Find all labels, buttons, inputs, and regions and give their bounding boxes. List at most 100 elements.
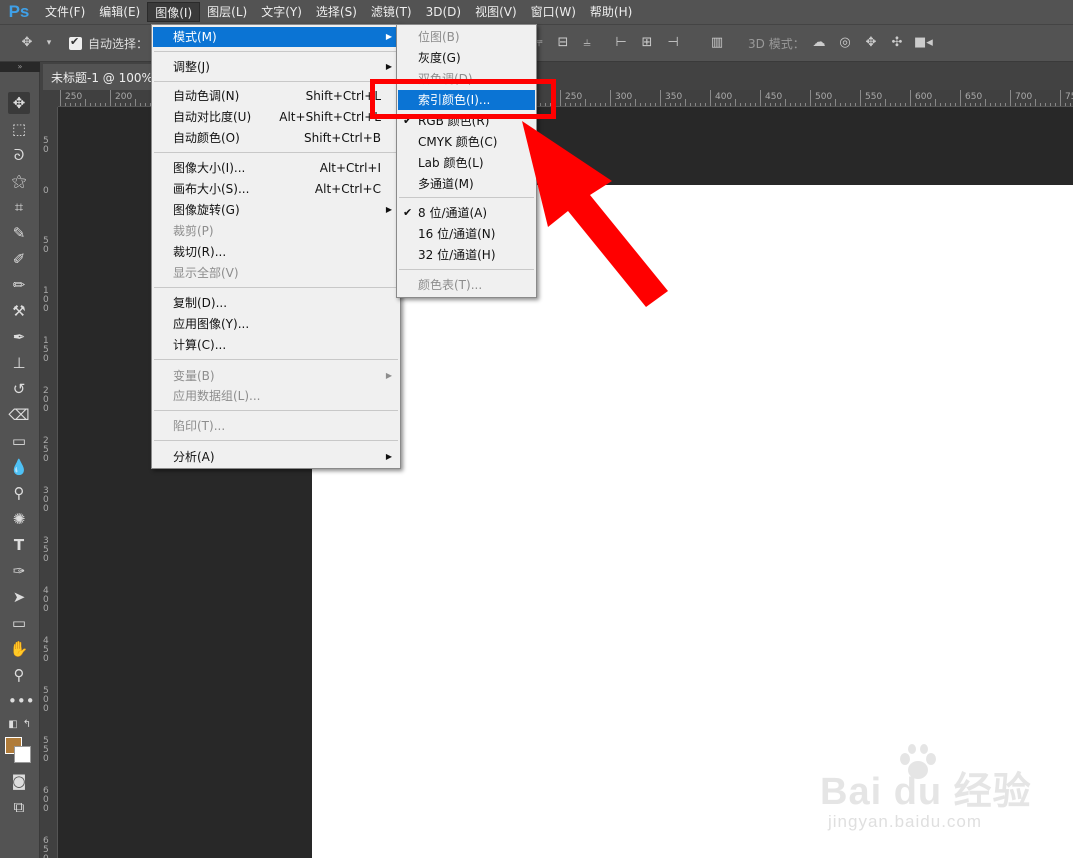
crop-tool-icon[interactable]: ⌗ xyxy=(8,196,30,218)
menu-edit[interactable]: 编辑(E) xyxy=(92,2,147,22)
ruler-label: 150 xyxy=(43,336,49,364)
menu-item-mode[interactable]: 模式(M) ▶ xyxy=(153,27,399,47)
ruler-tick xyxy=(845,103,846,106)
type-tool-icon[interactable]: T xyxy=(8,534,30,556)
screen-mode-icon[interactable]: ⧉ xyxy=(8,796,30,818)
dodge-tool-icon[interactable]: ⚲ xyxy=(8,482,30,504)
3d-camera-icon[interactable]: ■◂ xyxy=(914,36,933,50)
3d-roll-icon[interactable]: ◎ xyxy=(838,36,852,50)
menu-item-apply-data-set: 应用数据组(L)... xyxy=(173,389,261,403)
magic-wand-tool-icon[interactable]: ⚝ xyxy=(8,170,30,192)
ruler-tick xyxy=(1005,103,1006,106)
auto-align-icon[interactable]: ▥ xyxy=(710,36,724,50)
3d-orbit-icon[interactable]: ☁ xyxy=(812,36,826,50)
clone-stamp-tool-icon[interactable]: ⚒ xyxy=(8,300,30,322)
eraser-tool-icon[interactable]: ⌫ xyxy=(8,404,30,426)
quick-mask-icon[interactable]: ◙ xyxy=(8,770,30,792)
menu-item-apply-image[interactable]: 应用图像(Y)... xyxy=(153,314,399,334)
history-brush-tool-icon[interactable]: ✒ xyxy=(8,326,30,348)
menu-file[interactable]: 文件(F) xyxy=(38,2,92,22)
art-history-brush-icon[interactable]: ↺ xyxy=(8,378,30,400)
rectangle-tool-icon[interactable]: ▭ xyxy=(8,612,30,634)
menu-item-calculations[interactable]: 计算(C)... xyxy=(153,335,399,355)
align-horizontal-center-icon[interactable]: ⊞ xyxy=(640,36,654,50)
menu-item-analysis[interactable]: 分析(A) ▶ xyxy=(153,447,399,467)
ruler-tick xyxy=(860,90,861,106)
menu-item-16-bit[interactable]: 16 位/通道(N) xyxy=(398,224,535,244)
background-color-swatch[interactable] xyxy=(14,746,31,763)
menu-type[interactable]: 文字(Y) xyxy=(254,2,309,22)
align-bottom-icon[interactable]: ⫨ xyxy=(580,36,594,50)
move-tool-icon[interactable]: ✥ xyxy=(20,36,34,50)
ruler-tick xyxy=(830,103,831,106)
menu-view[interactable]: 视图(V) xyxy=(468,2,524,22)
menu-help[interactable]: 帮助(H) xyxy=(583,2,639,22)
align-left-icon[interactable]: ⊢ xyxy=(614,36,628,50)
ruler-tick xyxy=(770,103,771,106)
watermark-url: jingyan.baidu.com xyxy=(828,812,983,831)
ruler-label: 750 xyxy=(1065,92,1073,102)
zoom-tool-icon[interactable]: ⚲ xyxy=(8,664,30,686)
auto-select-checkbox[interactable] xyxy=(69,35,82,50)
menu-item-lab-color[interactable]: Lab 颜色(L) xyxy=(398,153,535,173)
menu-image[interactable]: 图像(I) xyxy=(147,2,201,22)
lasso-tool-icon[interactable]: ᘐ xyxy=(8,144,30,166)
menu-separator xyxy=(154,287,398,288)
menu-item-trim[interactable]: 裁切(R)... xyxy=(153,242,399,262)
ruler-tick xyxy=(685,99,686,106)
align-vertical-center-icon[interactable]: ⊟ xyxy=(556,36,570,50)
ruler-tick xyxy=(95,103,96,106)
menu-item-8-bit[interactable]: ✔ 8 位/通道(A) xyxy=(398,203,535,223)
collapse-arrows-icon[interactable]: » xyxy=(0,62,40,72)
ruler-tick xyxy=(765,103,766,106)
ruler-tick xyxy=(645,103,646,106)
menu-item-auto-color[interactable]: 自动颜色(O) Shift+Ctrl+B xyxy=(153,128,399,148)
gradient-tool-icon[interactable]: ▭ xyxy=(8,430,30,452)
menu-window[interactable]: 窗口(W) xyxy=(524,2,583,22)
menu-filter[interactable]: 滤镜(T) xyxy=(364,2,419,22)
ruler-tick xyxy=(970,103,971,106)
ruler-tick xyxy=(825,103,826,106)
move-tool-icon[interactable]: ✥ xyxy=(8,92,30,114)
eyedropper-tool-icon[interactable]: ✎ xyxy=(8,222,30,244)
menu-layer[interactable]: 图层(L) xyxy=(200,2,254,22)
ruler-tick xyxy=(725,103,726,106)
healing-brush-tool-icon[interactable]: ✐ xyxy=(8,248,30,270)
marquee-tool-icon[interactable]: ⬚ xyxy=(8,118,30,140)
menu-item-multichannel[interactable]: 多通道(M) xyxy=(398,174,535,194)
menu-item-image-rotation[interactable]: 图像旋转(G) ▶ xyxy=(153,200,399,220)
ruler-label: 400 xyxy=(43,586,49,614)
ruler-tick xyxy=(755,103,756,106)
menu-item-auto-tone[interactable]: 自动色调(N) Shift+Ctrl+L xyxy=(153,86,399,106)
swap-colors-icon[interactable]: ↰ xyxy=(16,714,38,736)
menu-item-grayscale[interactable]: 灰度(G) xyxy=(398,48,535,68)
brush-tool-icon[interactable]: ✏ xyxy=(8,274,30,296)
menu-select[interactable]: 选择(S) xyxy=(309,2,364,22)
sponge-tool-icon[interactable]: ✺ xyxy=(8,508,30,530)
ruler-tick xyxy=(895,103,896,106)
ruler-label: 100 xyxy=(43,286,49,314)
ruler-tick xyxy=(560,90,561,106)
menu-item-image-size[interactable]: 图像大小(I)... Alt+Ctrl+I xyxy=(153,158,399,178)
blur-tool-icon[interactable]: 💧 xyxy=(8,456,30,478)
ruler-tick xyxy=(880,103,881,106)
ruler-label: 350 xyxy=(43,536,49,564)
menu-item-32-bit[interactable]: 32 位/通道(H) xyxy=(398,245,535,265)
ruler-tick xyxy=(625,103,626,106)
pen-tool-icon[interactable]: ✑ xyxy=(8,560,30,582)
3d-slide-icon[interactable]: ✣ xyxy=(890,36,904,50)
stamp-tool-icon[interactable]: ⊥ xyxy=(8,352,30,374)
path-selection-tool-icon[interactable]: ➤ xyxy=(8,586,30,608)
menu-item-canvas-size[interactable]: 画布大小(S)... Alt+Ctrl+C xyxy=(153,179,399,199)
menu-item-duplicate[interactable]: 复制(D)... xyxy=(153,293,399,313)
align-right-icon[interactable]: ⊣ xyxy=(666,36,680,50)
menu-item-cmyk-color[interactable]: CMYK 颜色(C) xyxy=(398,132,535,152)
hand-tool-icon[interactable]: ✋ xyxy=(8,638,30,660)
ruler-label: 250 xyxy=(565,92,583,102)
menu-item-adjustments[interactable]: 调整(J) ▶ xyxy=(153,57,399,77)
menu-item-auto-contrast[interactable]: 自动对比度(U) Alt+Shift+Ctrl+L xyxy=(153,107,399,127)
more-tools-icon[interactable]: ••• xyxy=(8,690,35,712)
chevron-down-icon[interactable]: ▾ xyxy=(42,36,56,50)
3d-pan-icon[interactable]: ✥ xyxy=(864,36,878,50)
menu-3d[interactable]: 3D(D) xyxy=(419,2,468,22)
